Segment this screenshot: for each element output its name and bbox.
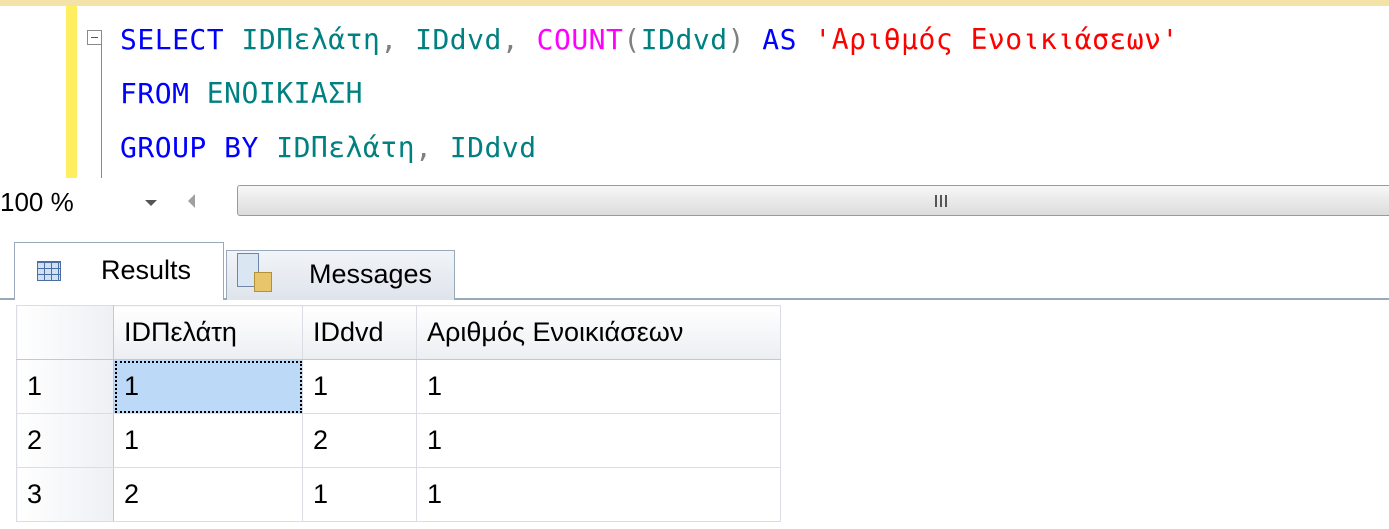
code-token: ( [623, 23, 641, 56]
results-tabbar: Results Messages [0, 236, 1389, 300]
tab-messages[interactable]: Messages [226, 250, 455, 300]
code-token: IDΠελάτη [258, 131, 416, 164]
code-line-2[interactable]: FROM ΕΝΟΙΚΙΑΣΗ [120, 74, 363, 114]
grid-cell[interactable]: 2 [113, 467, 303, 522]
table-row: 2 1 2 1 [16, 413, 781, 468]
scroll-left-arrow-icon[interactable] [188, 194, 195, 208]
grid-cell[interactable]: 1 [113, 413, 303, 468]
table-row: 1 1 1 1 [16, 359, 781, 414]
grid-cell[interactable]: 1 [416, 467, 781, 522]
zoom-level[interactable]: 100 % [0, 187, 74, 218]
code-token: , [501, 23, 520, 56]
row-number[interactable]: 2 [16, 413, 114, 468]
code-token: , [415, 131, 433, 164]
code-token: , [380, 23, 398, 56]
messages-icon [237, 253, 272, 292]
code-line-3[interactable]: GROUP BY IDΠελάτη, IDdvd [120, 128, 537, 168]
scroll-grip-icon [935, 195, 949, 207]
code-token: FROM [120, 77, 190, 110]
row-number[interactable]: 3 [16, 467, 114, 522]
collapse-toggle-icon[interactable] [87, 30, 102, 45]
column-header[interactable]: IDΠελάτη [113, 305, 303, 360]
zoom-scroll-strip: 100 % [0, 182, 1389, 220]
row-header-corner[interactable] [16, 305, 114, 360]
grid-cell-selected[interactable]: 1 [113, 359, 303, 414]
grid-cell[interactable]: 1 [416, 413, 781, 468]
query-editor[interactable]: SELECT IDΠελάτη, IDdvd, COUNT(IDdvd) AS … [0, 0, 1389, 178]
code-token: GROUP BY [120, 131, 259, 164]
header-row: IDΠελάτη IDdvd Αριθμός Ενοικιάσεων [16, 305, 781, 360]
code-token: IDdvd [432, 131, 537, 164]
code-token: ) [727, 23, 745, 56]
code-token: 'Αριθμός Ενοικιάσεων' [797, 23, 1179, 56]
grid-cell[interactable]: 1 [302, 359, 417, 414]
row-number[interactable]: 1 [16, 359, 114, 414]
table-row: 3 2 1 1 [16, 467, 781, 522]
code-token: AS [744, 23, 797, 56]
outline-guide [101, 44, 102, 178]
code-token: SELECT [120, 23, 225, 56]
tab-results[interactable]: Results [14, 242, 224, 300]
column-header[interactable]: IDdvd [302, 305, 417, 360]
code-token: IDdvd [640, 23, 728, 56]
column-header[interactable]: Αριθμός Ενοικιάσεων [416, 305, 781, 360]
tab-messages-label: Messages [309, 259, 433, 289]
code-token: ΕΝΟΙΚΙΑΣΗ [189, 77, 364, 110]
grid-cell[interactable]: 1 [302, 467, 417, 522]
zoom-dropdown-icon[interactable] [145, 200, 157, 206]
results-grid: IDΠελάτη IDdvd Αριθμός Ενοικιάσεων 1 1 1… [16, 305, 781, 522]
code-line-1[interactable]: SELECT IDΠελάτη, IDdvd, COUNT(IDdvd) AS … [120, 20, 1179, 60]
grid-cell[interactable]: 2 [302, 413, 417, 468]
horizontal-scrollbar-thumb[interactable] [237, 185, 1389, 216]
results-grid-icon [37, 261, 61, 281]
tab-results-label: Results [101, 255, 192, 285]
change-tracking-margin [66, 6, 77, 178]
code-token: IDΠελάτη [224, 23, 381, 56]
code-token: IDdvd [397, 23, 502, 56]
code-token: COUNT [519, 23, 624, 56]
grid-cell[interactable]: 1 [416, 359, 781, 414]
